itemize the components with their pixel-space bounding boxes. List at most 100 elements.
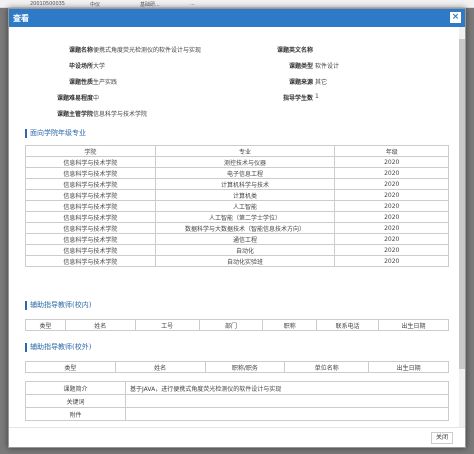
table-cell: 自动化 xyxy=(154,244,336,256)
close-button[interactable]: 关闭 xyxy=(431,432,453,444)
grad-place-label: 毕设场所 xyxy=(68,63,93,70)
table-cell: 2020 xyxy=(334,255,449,267)
column-header: 工号 xyxy=(134,319,200,331)
table-cell: 2020 xyxy=(334,178,449,190)
dept-value: 信息科学与技术学院 xyxy=(93,111,148,118)
info-row: 课题性质 生产实践 课题来源 其它 xyxy=(9,77,459,89)
dialog-header: 查看 × xyxy=(9,9,465,27)
intro-value: 基于JAVA，进行便携式角度荧光检测仪的软件设计与实现 xyxy=(125,381,449,395)
background-cell: 基础研... xyxy=(140,2,160,8)
student-count-value: 1 xyxy=(315,93,319,100)
table-cell: 信息科学与技术学院 xyxy=(25,178,156,190)
difficulty-value: 中 xyxy=(93,95,100,102)
table-row: 信息科学与技术学院 测控技术与仪器 2020 xyxy=(25,156,449,168)
table-cell: 信息科学与技术学院 xyxy=(25,244,156,256)
outer-teacher-section-title: 辅助指导教师(校外) xyxy=(25,343,91,352)
column-header: 出生日期 xyxy=(368,361,449,373)
background-row: 20010500035 中仪 基础研... ... xyxy=(0,0,474,8)
table-row: 信息科学与技术学院 人工智能（第二学士学位） 2020 xyxy=(25,211,449,223)
info-row: 课题名称 便携式角度荧光检测仪的软件设计与实现 课题英文名称 xyxy=(9,45,459,57)
keywords-label: 关键词 xyxy=(25,394,126,408)
info-row: 毕设场所 大学 课题类型 软件设计 xyxy=(9,61,459,73)
info-row: 课题难易程度 中 指导学生数 1 xyxy=(9,93,459,105)
dialog-title: 查看 xyxy=(13,13,29,23)
table-cell: 2020 xyxy=(334,189,449,201)
inner-teacher-section-title: 辅助指导教师(校内) xyxy=(25,301,91,310)
column-header: 类型 xyxy=(25,361,116,373)
table-cell: 通信工程 xyxy=(154,233,336,245)
attachment-value xyxy=(125,407,449,421)
table-cell: 人工智能 xyxy=(154,200,336,212)
table-cell: 计算机类 xyxy=(154,189,336,201)
table-header-row: 类型 姓名 职称/职务 单位名称 出生日期 xyxy=(25,361,449,373)
close-icon[interactable]: × xyxy=(450,12,461,23)
grad-place-value: 大学 xyxy=(93,63,106,70)
summary-row: 课题简介 基于JAVA，进行便携式角度荧光检测仪的软件设计与实现 xyxy=(25,381,449,395)
table-cell: 2020 xyxy=(334,211,449,223)
dialog-footer: 关闭 xyxy=(9,427,465,447)
table-row: 信息科学与技术学院 计算机类 2020 xyxy=(25,189,449,201)
column-header: 职称/职务 xyxy=(204,361,286,373)
table-cell: 2020 xyxy=(334,222,449,234)
column-header: 部门 xyxy=(198,319,264,331)
column-header: 单位名称 xyxy=(284,361,370,373)
attachment-label: 附件 xyxy=(25,407,126,421)
keywords-value xyxy=(125,394,449,408)
topic-nature-value: 生产实践 xyxy=(93,79,118,86)
intro-label: 课题简介 xyxy=(25,381,126,395)
table-cell: 信息科学与技术学院 xyxy=(25,255,156,267)
background-cell: 中仪 xyxy=(90,2,101,8)
column-header: 年级 xyxy=(334,145,449,157)
difficulty-label: 课题难易程度 xyxy=(56,95,93,102)
column-header: 学院 xyxy=(25,145,156,157)
topic-name-value: 便携式角度荧光检测仪的软件设计与实现 xyxy=(93,47,202,54)
scrollbar[interactable] xyxy=(459,27,465,429)
summary-table: 课题简介 基于JAVA，进行便携式角度荧光检测仪的软件设计与实现 关键词 附件 xyxy=(25,381,449,421)
scrollbar-thumb[interactable] xyxy=(459,39,465,369)
table-row: 信息科学与技术学院 计算机科学与技术 2020 xyxy=(25,178,449,190)
table-row: 信息科学与技术学院 人工智能 2020 xyxy=(25,200,449,212)
table-cell: 2020 xyxy=(334,244,449,256)
table-cell: 2020 xyxy=(334,200,449,212)
topic-nature-label: 课题性质 xyxy=(68,79,93,86)
table-cell: 信息科学与技术学院 xyxy=(25,200,156,212)
table-cell: 电子信息工程 xyxy=(154,167,336,179)
table-row: 信息科学与技术学院 自动化 2020 xyxy=(25,244,449,256)
table-cell: 自动化实验班 xyxy=(154,255,336,267)
inner-teacher-table: 类型 姓名 工号 部门 职称 联系电话 出生日期 xyxy=(25,319,449,331)
table-cell: 2020 xyxy=(334,156,449,168)
table-header-row: 学院 专业 年级 xyxy=(25,145,449,157)
dept-label: 课题主管学院 xyxy=(56,111,93,118)
table-cell: 2020 xyxy=(334,233,449,245)
table-cell: 信息科学与技术学院 xyxy=(25,233,156,245)
table-cell: 信息科学与技术学院 xyxy=(25,222,156,234)
table-cell: 计算机科学与技术 xyxy=(154,178,336,190)
column-header: 姓名 xyxy=(114,361,206,373)
table-cell: 信息科学与技术学院 xyxy=(25,167,156,179)
column-header: 专业 xyxy=(154,145,336,157)
table-row: 信息科学与技术学院 自动化实验班 2020 xyxy=(25,255,449,267)
table-cell: 测控技术与仪器 xyxy=(154,156,336,168)
majors-table: 学院 专业 年级 信息科学与技术学院 测控技术与仪器 2020 信息科学与技术学院 电子… xyxy=(25,145,449,267)
topic-source-label: 课题来源 xyxy=(288,79,313,86)
topic-en-label: 课题英文名称 xyxy=(276,47,313,54)
column-header: 联系电话 xyxy=(316,319,380,331)
table-cell: 数据科学与大数据技术（智能信息技术方向） xyxy=(154,222,336,234)
info-row: 课题主管学院 信息科学与技术学院 xyxy=(9,109,459,121)
table-row: 信息科学与技术学院 电子信息工程 2020 xyxy=(25,167,449,179)
table-row: 信息科学与技术学院 数据科学与大数据技术（智能信息技术方向） 2020 xyxy=(25,222,449,234)
table-row: 信息科学与技术学院 通信工程 2020 xyxy=(25,233,449,245)
column-header: 姓名 xyxy=(64,319,136,331)
dialog-body[interactable]: 课题名称 便携式角度荧光检测仪的软件设计与实现 课题英文名称 毕设场所 大学 课… xyxy=(9,27,465,429)
column-header: 出生日期 xyxy=(378,319,449,331)
view-dialog: 查看 × 课题名称 便携式角度荧光检测仪的软件设计与实现 课题英文名称 毕设场所… xyxy=(8,8,466,448)
topic-type-value: 软件设计 xyxy=(315,63,340,70)
student-count-label: 指导学生数 xyxy=(282,95,313,102)
column-header: 类型 xyxy=(25,319,66,331)
table-cell: 人工智能（第二学士学位） xyxy=(154,211,336,223)
table-cell: 信息科学与技术学院 xyxy=(25,156,156,168)
table-cell: 2020 xyxy=(334,167,449,179)
column-header: 职称 xyxy=(262,319,318,331)
background-cell: ... xyxy=(190,1,195,7)
topic-name-label: 课题名称 xyxy=(68,47,93,54)
